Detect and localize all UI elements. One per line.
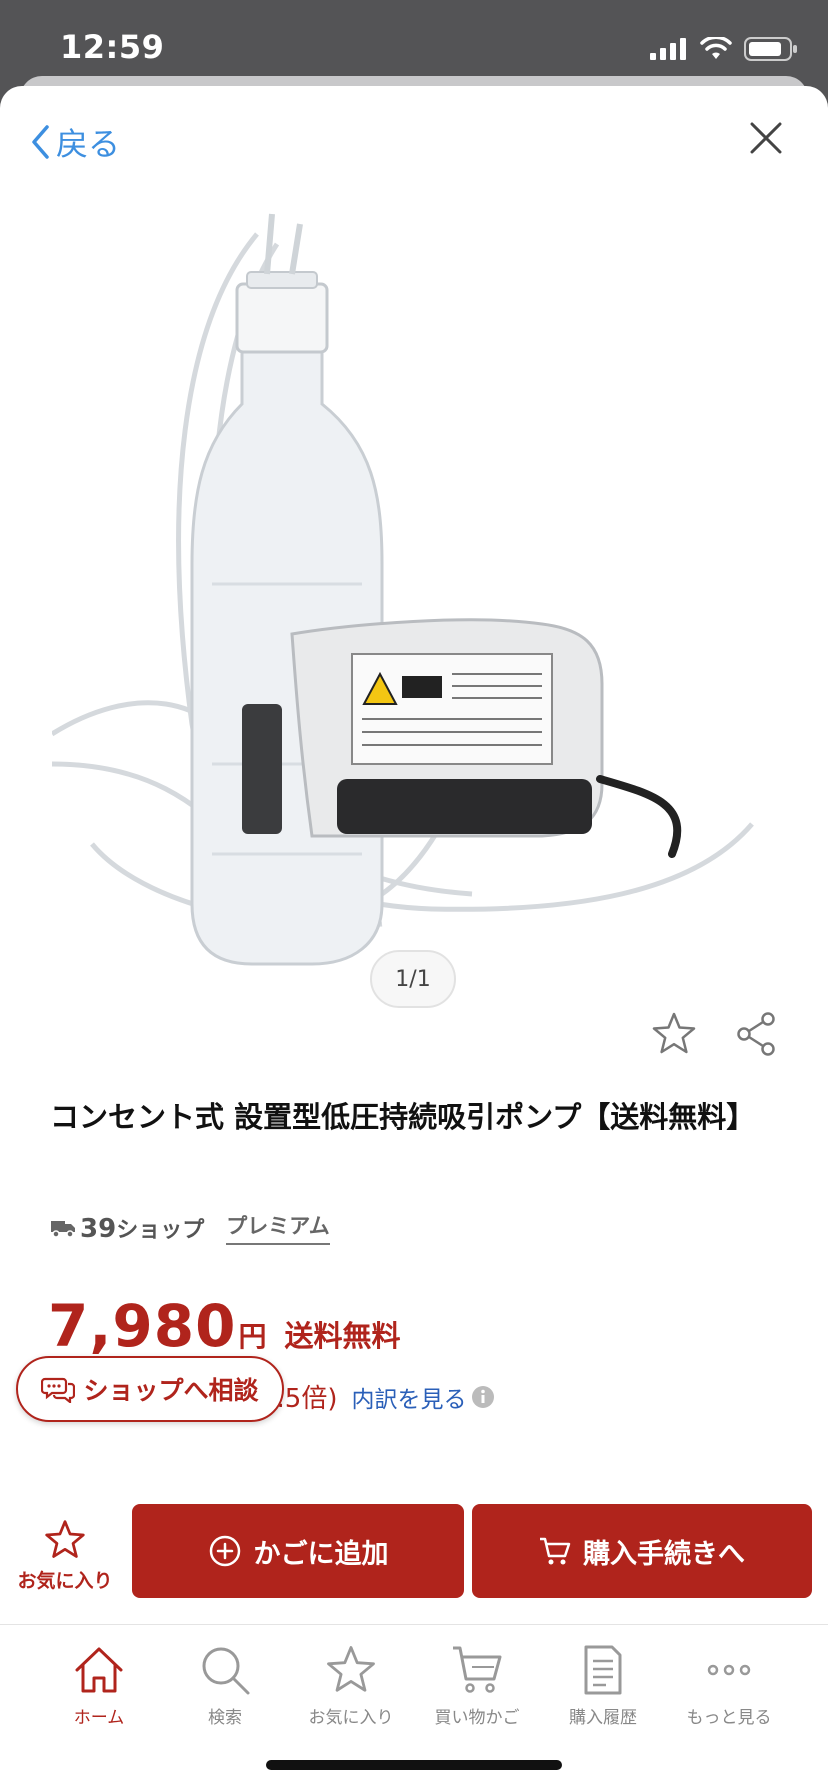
chat-bubble-icon	[41, 1377, 76, 1403]
breakdown-link[interactable]: 内訳を見る	[352, 1380, 467, 1414]
product-image[interactable]	[52, 204, 762, 994]
add-to-cart-label: かごに追加	[253, 1538, 389, 1570]
favorite-button[interactable]: お気に入り	[10, 1518, 120, 1614]
tab-home[interactable]: ホーム	[36, 1643, 162, 1728]
price-value: 7,980	[48, 1292, 237, 1360]
search-icon	[202, 1647, 250, 1695]
truck-icon	[51, 1220, 75, 1238]
add-to-cart-button[interactable]: かごに追加	[132, 1504, 464, 1598]
close-icon[interactable]	[748, 120, 784, 156]
tab-history-label: 購入履歴	[569, 1708, 637, 1728]
shop-39-label: 39ショップ	[80, 1213, 205, 1244]
cart-icon	[453, 1646, 502, 1693]
tab-favorites-label: お気に入り	[308, 1708, 394, 1728]
tab-cart-label: 買い物かご	[434, 1708, 520, 1728]
tab-search-label: 検索	[208, 1708, 242, 1728]
favorite-star-icon[interactable]	[650, 1010, 698, 1058]
more-icon	[707, 1664, 751, 1676]
info-icon[interactable]	[471, 1385, 495, 1409]
price-currency: 円	[238, 1320, 267, 1353]
shop-badge-row: 39ショップ プレミアム	[50, 1210, 330, 1245]
price-row: 7,980 円 送料無料	[48, 1292, 401, 1360]
tab-more-label: もっと見る	[686, 1708, 772, 1728]
consult-shop-button[interactable]: ショップへ相談	[16, 1356, 284, 1422]
receipt-icon	[584, 1645, 622, 1695]
chevron-left-icon	[32, 125, 49, 159]
status-bar: 12:59	[0, 0, 828, 88]
points-row: 5.5倍) 内訳を見る	[260, 1378, 495, 1415]
tab-favorites[interactable]: お気に入り	[288, 1643, 414, 1728]
cart-icon	[540, 1537, 571, 1565]
image-counter: 1/1	[370, 950, 456, 1008]
plus-circle-icon	[209, 1535, 240, 1567]
tab-cart[interactable]: 買い物かご	[414, 1643, 540, 1728]
status-icons	[650, 36, 798, 62]
checkout-label: 購入手続きへ	[583, 1538, 745, 1570]
home-icon	[75, 1647, 123, 1693]
signal-icon	[650, 38, 686, 60]
product-sheet: 戻る 1/1 コンセント式 設置型低圧持続吸引ポンプ【送料無料】 39ショップ …	[0, 86, 828, 1792]
star-icon	[327, 1646, 375, 1692]
tab-home-label: ホーム	[73, 1708, 125, 1728]
checkout-button[interactable]: 購入手続きへ	[472, 1504, 812, 1598]
wifi-icon	[700, 37, 732, 59]
favorite-label: お気に入り	[17, 1570, 113, 1592]
free-shipping-label: 送料無料	[284, 1319, 401, 1353]
battery-icon	[744, 37, 797, 61]
back-button[interactable]: 戻る	[30, 119, 120, 165]
tab-history[interactable]: 購入履歴	[540, 1643, 666, 1728]
tab-more[interactable]: もっと見る	[666, 1643, 792, 1728]
consult-label: ショップへ相談	[83, 1376, 259, 1405]
premium-label: プレミアム	[226, 1210, 330, 1245]
star-outline-icon	[45, 1520, 85, 1558]
share-icon[interactable]	[732, 1010, 780, 1058]
status-time: 12:59	[60, 28, 165, 66]
back-label: 戻る	[56, 125, 121, 163]
tab-search[interactable]: 検索	[162, 1643, 288, 1728]
home-indicator	[266, 1760, 562, 1770]
product-title: コンセント式 設置型低圧持続吸引ポンプ【送料無料】	[50, 1100, 756, 1134]
